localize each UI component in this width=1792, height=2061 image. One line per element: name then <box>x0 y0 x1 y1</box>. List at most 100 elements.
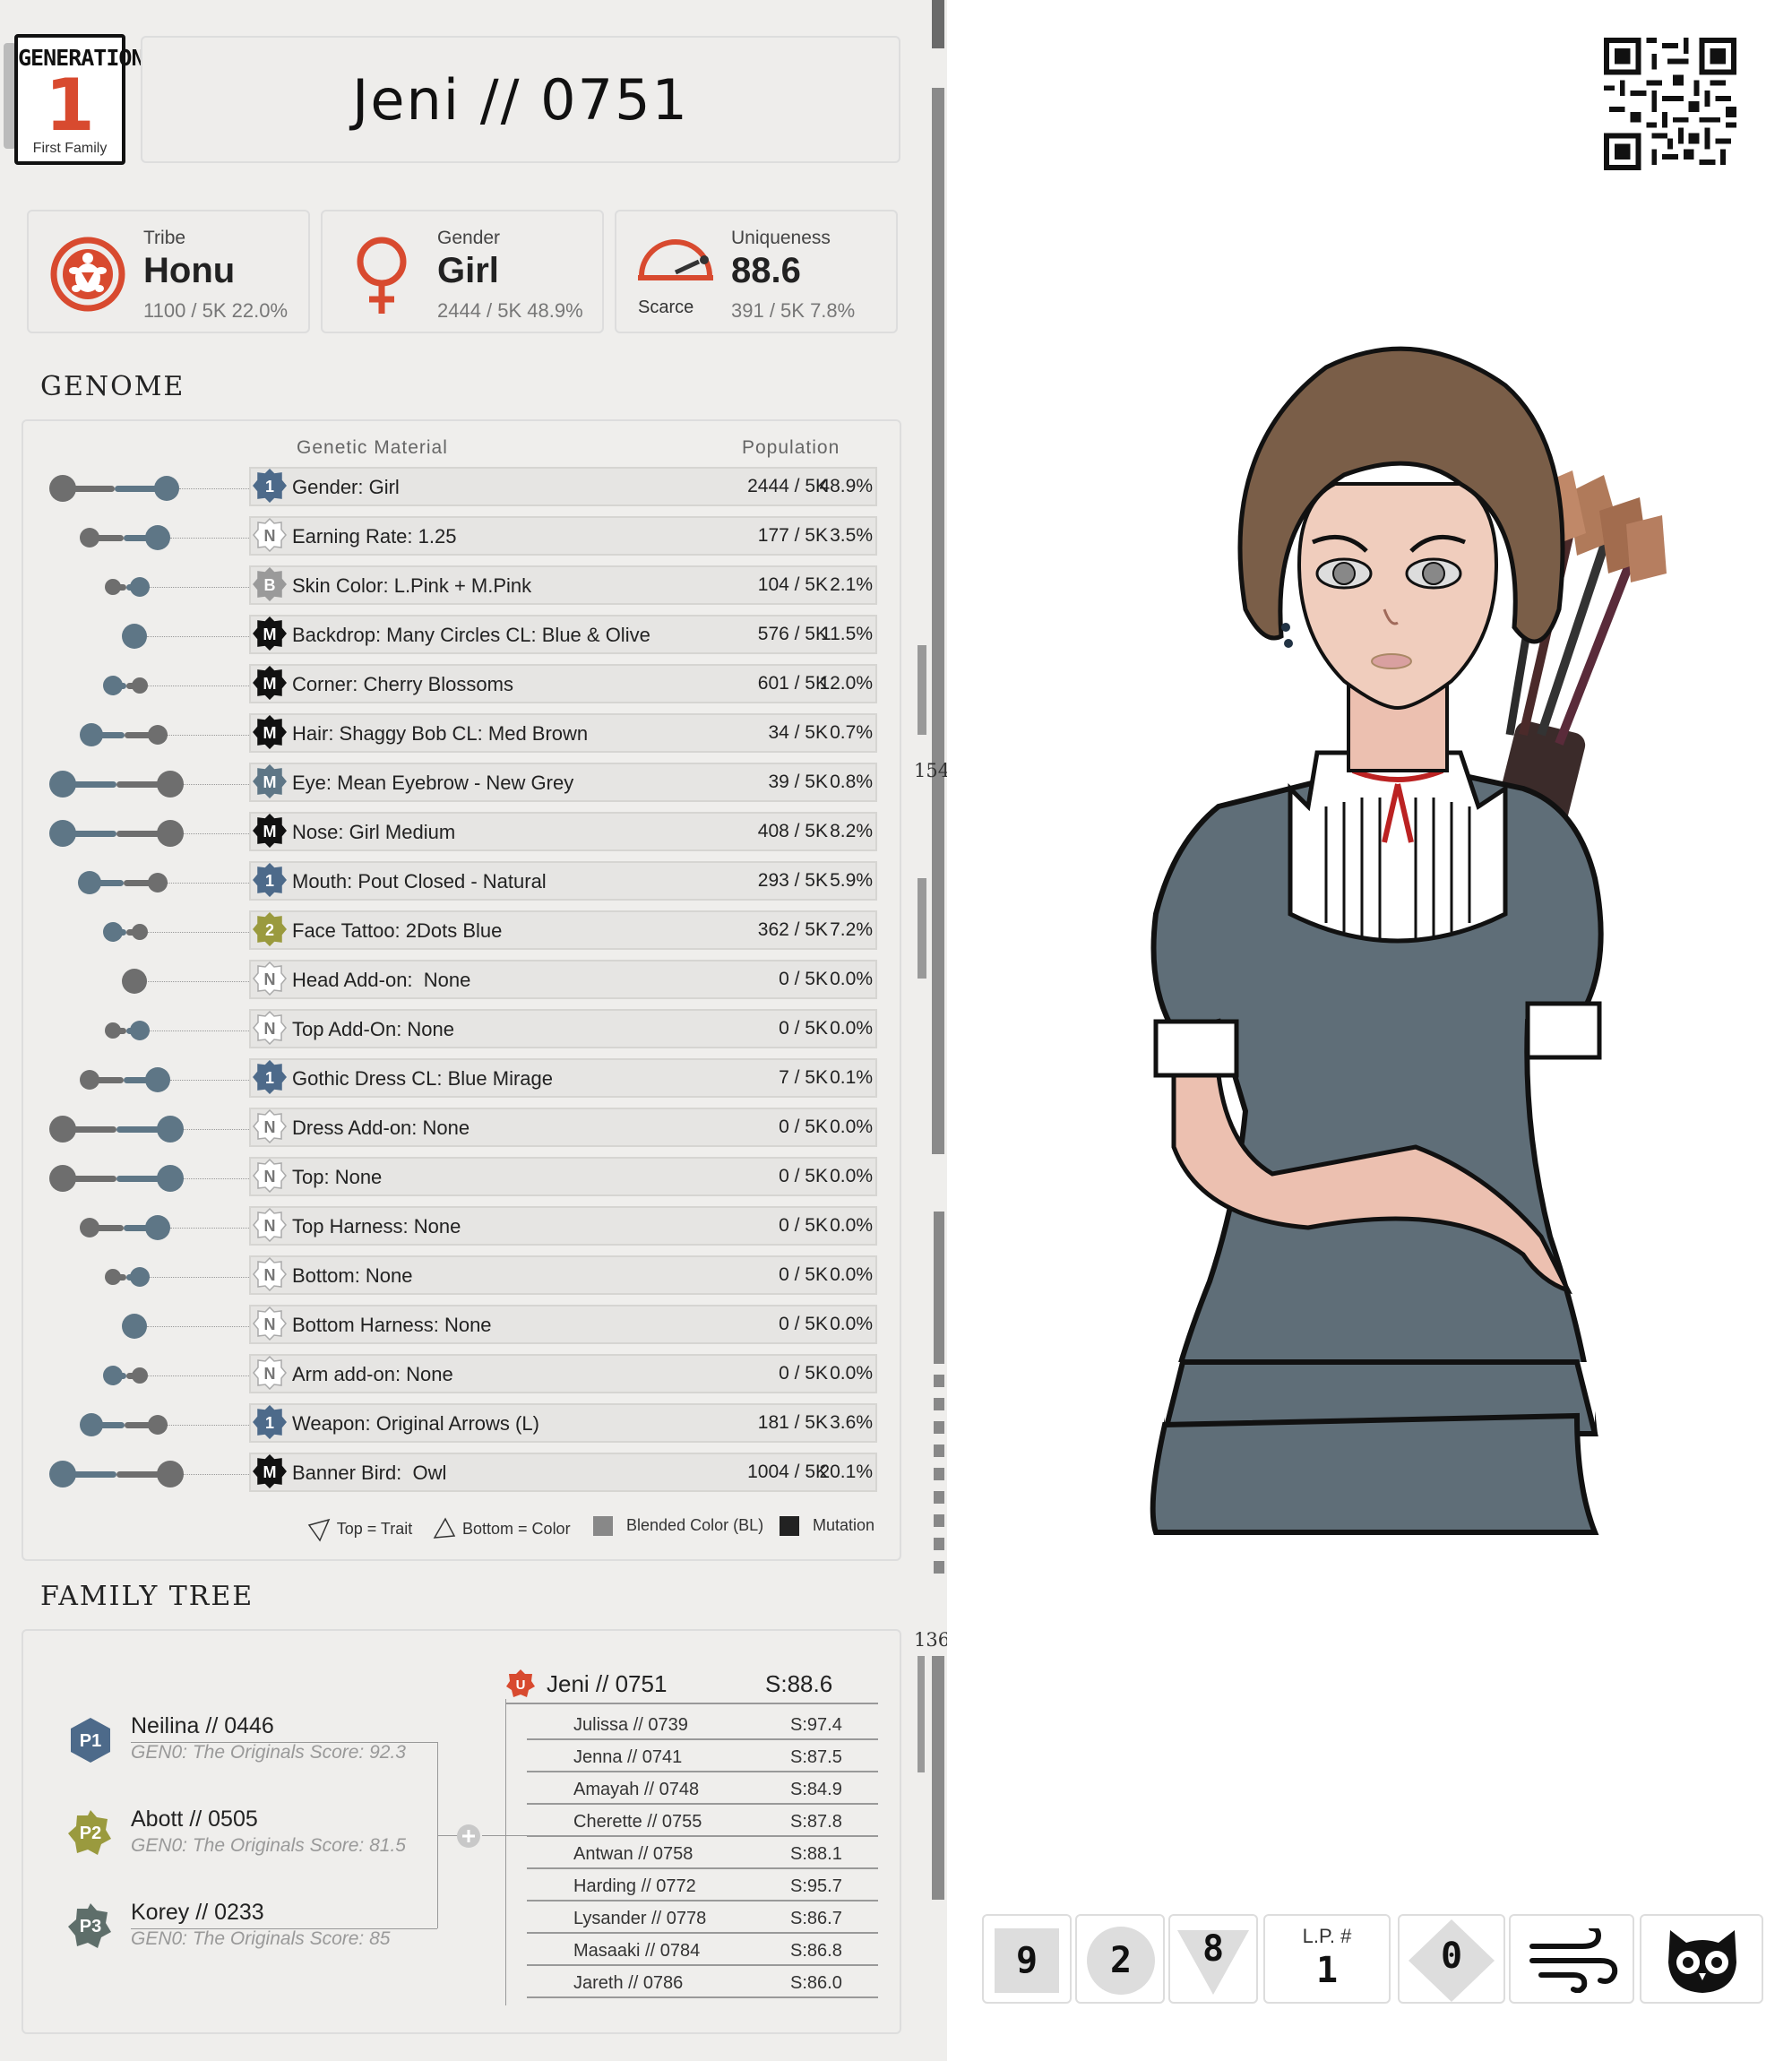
genome-badge-icon: 1 <box>253 1060 287 1094</box>
genome-row: 1 Mouth: Pout Closed - Natural 293 / 5K 5.9… <box>23 858 903 908</box>
genome-badge-icon: M <box>253 617 287 651</box>
character-name: Jeni // 0751 <box>141 36 900 163</box>
parent-p1-badge: P1 <box>71 1718 110 1763</box>
uniqueness-label: Uniqueness <box>731 228 831 248</box>
parent-p1-tag: P1 <box>80 1731 101 1751</box>
sibling-row[interactable]: Jareth // 0786 S:86.0 <box>527 1966 878 1998</box>
genome-trait-name: Hair: Shaggy Bob CL: Med Brown <box>292 722 589 745</box>
genome-trait-percent: 48.9% <box>819 476 873 496</box>
self-name: Jeni // 0751 <box>547 1670 668 1697</box>
genome-dot-left <box>49 771 76 798</box>
genome-dot-left <box>49 1165 76 1192</box>
bracket-child-link <box>482 1835 527 1836</box>
sibling-row[interactable]: Jenna // 0741 S:87.5 <box>527 1740 878 1772</box>
genome-trait-percent: 0.0% <box>830 1166 873 1186</box>
sibling-row[interactable]: Harding // 0772 S:95.7 <box>527 1869 878 1901</box>
legend-top-label: Top = Trait <box>336 1519 413 1538</box>
sibling-score: S:88.1 <box>790 1844 842 1864</box>
genome-dot-left <box>80 1413 103 1436</box>
sidebar-tick <box>934 1375 944 1387</box>
sibling-row[interactable]: Julissa // 0739 S:97.4 <box>527 1708 878 1740</box>
sibling-score: S:84.9 <box>790 1780 842 1799</box>
genome-trait-percent: 0.0% <box>830 1018 873 1039</box>
sibling-name: Masaaki // 0784 <box>573 1941 701 1961</box>
genome-badge-icon: B <box>253 567 287 601</box>
genome-badge-icon: M <box>253 666 287 700</box>
genome-trait-percent: 8.2% <box>830 821 873 841</box>
sibling-row[interactable]: Antwan // 0758 S:88.1 <box>527 1837 878 1869</box>
generation-family: First Family <box>32 141 108 156</box>
sidebar-tick <box>934 1351 944 1364</box>
genome-trait-percent: 0.1% <box>830 1067 873 1088</box>
genome-dot-left <box>105 579 121 595</box>
genome-row: 1 Gothic Dress CL: Blue Mirage 7 / 5K 0.1% <box>23 1056 903 1105</box>
uniqueness-population: 391 / 5K 7.8% <box>731 299 856 322</box>
genome-dot-right <box>122 1314 147 1339</box>
sibling-row[interactable]: Cherette // 0755 S:87.8 <box>527 1805 878 1837</box>
genome-trait-name: Gothic Dress CL: Blue Mirage <box>292 1067 553 1090</box>
genome-trait-name: Earning Rate: 1.25 <box>292 525 457 548</box>
legend-top: Top = Trait <box>306 1516 412 1543</box>
genetic-material-header: Genetic Material <box>297 437 448 458</box>
sibling-row[interactable]: Amayah // 0748 S:84.9 <box>527 1772 878 1805</box>
uniqueness-card: Scarce Uniqueness 88.6 391 / 5K 7.8% <box>615 210 898 333</box>
genome-badge-label: 1 <box>265 1069 274 1087</box>
genome-guide-line <box>184 1474 249 1475</box>
circle-value: 2 <box>1087 1927 1155 1995</box>
genome-dot-right <box>145 1067 170 1092</box>
genome-guide-line <box>184 833 249 834</box>
genome-dot-left <box>105 1269 121 1285</box>
genome-row: N Bottom: None 0 / 5K 0.0% <box>23 1253 903 1302</box>
genome-row: M Backdrop: Many Circles CL: Blue & Olive… <box>23 612 903 661</box>
sibling-row[interactable]: Masaaki // 0784 S:86.8 <box>527 1934 878 1966</box>
legend-mutation-label: Mutation <box>813 1516 875 1534</box>
tribe-population: 1100 / 5K 22.0% <box>143 299 289 322</box>
genome-trait-percent: 0.0% <box>830 1264 873 1285</box>
plus-icon <box>457 1824 480 1848</box>
sibling-row[interactable]: Lysander // 0778 S:86.7 <box>527 1901 878 1934</box>
legend-blended: Blended Color (BL) <box>593 1516 763 1537</box>
genome-badge-label: N <box>264 1168 276 1186</box>
genome-badge-icon: M <box>253 814 287 848</box>
sidebar-tick <box>934 1444 944 1457</box>
genome-trait-percent: 0.0% <box>830 1314 873 1334</box>
sidebar-tick <box>934 1538 944 1550</box>
genome-guide-line <box>148 1375 249 1376</box>
genome-guide-line <box>170 538 249 539</box>
owl-tile <box>1640 1914 1763 2004</box>
genome-guide-line <box>148 932 249 933</box>
diamond-value: 0 <box>1440 1936 1463 1977</box>
genome-dot-right <box>157 1165 184 1192</box>
genome-dot-left <box>80 1070 99 1090</box>
bracket-top <box>131 1742 437 1743</box>
wind-icon <box>1529 1928 1618 1993</box>
genome-dot-left <box>49 1116 76 1143</box>
triangle-tile: 8 <box>1168 1914 1258 2004</box>
genome-dot-right <box>157 820 184 847</box>
gender-population: 2444 / 5K 48.9% <box>437 299 583 322</box>
sidebar-lower-count: 136 <box>914 1629 951 1651</box>
genome-dot-right <box>130 577 150 597</box>
genome-dot-left <box>80 723 103 746</box>
family-tree-panel: P1 Neilina // 0446 GEN0: The Originals S… <box>22 1629 901 2034</box>
genome-trait-percent: 0.0% <box>830 969 873 989</box>
genome-dot-right <box>145 1215 170 1240</box>
genome-badge-label: N <box>264 1118 276 1136</box>
genome-badge-icon: M <box>253 715 287 749</box>
parent-p2-tag: P2 <box>80 1824 101 1843</box>
lp-value: 1 <box>1315 1950 1339 1991</box>
generation-number: 1 <box>45 64 95 147</box>
genome-dot-left <box>103 676 123 695</box>
sibling-score: S:87.5 <box>790 1747 842 1767</box>
legend-bottom-label: Bottom = Color <box>462 1519 571 1538</box>
genome-trait-percent: 7.2% <box>830 919 873 940</box>
genome-dot-left <box>49 820 76 847</box>
square-tile: 9 <box>982 1914 1072 2004</box>
genome-guide-line <box>168 883 249 884</box>
genome-badge-label: M <box>263 724 277 742</box>
legend-bottom: Bottom = Color <box>431 1516 571 1543</box>
genome-title: GENOME <box>40 371 185 402</box>
sidebar-tick <box>934 1514 944 1527</box>
genome-badge-label: N <box>264 1217 276 1235</box>
genome-row: M Eye: Mean Eyebrow - New Grey 39 / 5K 0.8% <box>23 760 903 809</box>
